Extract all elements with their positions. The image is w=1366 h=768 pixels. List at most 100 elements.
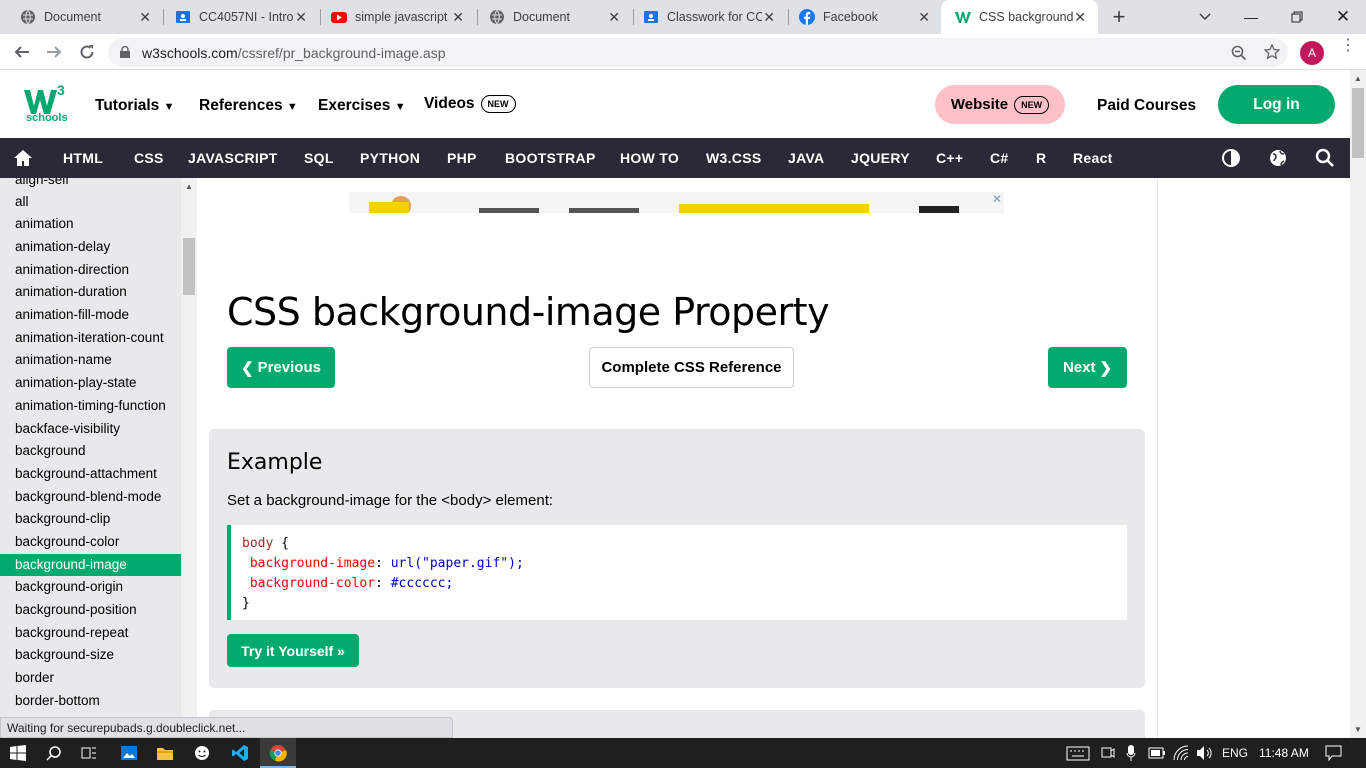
sidebar-item[interactable]: animation-name	[0, 349, 181, 371]
nav-java[interactable]: JAVA	[788, 150, 824, 166]
sidebar-item[interactable]: background-repeat	[0, 622, 181, 644]
sidebar-item[interactable]: background-blend-mode	[0, 486, 181, 508]
sidebar-item-selected[interactable]: background-image	[0, 554, 181, 576]
volume-icon[interactable]	[1196, 745, 1214, 761]
login-button[interactable]: Log in	[1218, 85, 1335, 124]
profile-avatar[interactable]: A	[1300, 41, 1324, 65]
close-tab-icon[interactable]: ✕	[608, 9, 620, 25]
sidebar-item[interactable]: border	[0, 667, 181, 689]
language-indicator[interactable]: ENG	[1222, 746, 1248, 760]
close-tab-icon[interactable]: ✕	[295, 9, 307, 25]
chrome-icon[interactable]	[269, 744, 287, 762]
nav-php[interactable]: PHP	[447, 150, 477, 166]
complete-reference-button[interactable]: Complete CSS Reference	[589, 347, 794, 388]
website-button[interactable]: Website NEW	[935, 85, 1065, 124]
sidebar-item[interactable]: animation-duration	[0, 281, 181, 303]
sidebar-item[interactable]: all	[0, 191, 181, 213]
browser-tab[interactable]: Document ✕	[0, 0, 163, 34]
close-tab-icon[interactable]: ✕	[139, 9, 151, 25]
notifications-icon[interactable]	[1325, 745, 1342, 761]
close-tab-icon[interactable]: ✕	[1074, 9, 1086, 25]
restore-icon[interactable]	[1274, 0, 1320, 34]
nav-cpp[interactable]: C++	[936, 150, 963, 166]
sidebar-item[interactable]: animation	[0, 213, 181, 235]
references-menu[interactable]: References ▼	[199, 97, 298, 115]
next-button[interactable]: Next ❯	[1048, 347, 1127, 388]
keyboard-icon[interactable]	[1066, 746, 1090, 761]
sidebar-item[interactable]: background	[0, 440, 181, 462]
paid-courses-link[interactable]: Paid Courses	[1097, 97, 1196, 115]
windows-start-icon[interactable]	[10, 745, 26, 761]
nav-python[interactable]: PYTHON	[360, 150, 420, 166]
nav-howto[interactable]: HOW TO	[620, 150, 679, 166]
sidebar-item[interactable]: animation-iteration-count	[0, 327, 181, 349]
task-view-icon[interactable]	[81, 745, 97, 761]
globe-icon[interactable]	[1268, 148, 1288, 168]
sidebar-item[interactable]: background-clip	[0, 508, 181, 530]
sidebar-item[interactable]: background-attachment	[0, 463, 181, 485]
reload-icon[interactable]	[75, 40, 99, 64]
close-tab-icon[interactable]: ✕	[918, 9, 930, 25]
microphone-icon[interactable]	[1126, 744, 1136, 762]
nav-css[interactable]: CSS	[134, 150, 164, 166]
sidebar-item[interactable]: animation-fill-mode	[0, 304, 181, 326]
sidebar-item[interactable]: background-position	[0, 599, 181, 621]
bookmark-star-icon[interactable]	[1264, 44, 1280, 60]
w3schools-logo[interactable]: 3 schools	[24, 82, 70, 126]
sidebar-item[interactable]: animation-direction	[0, 259, 181, 281]
browser-tab[interactable]: simple javascript ✕	[311, 0, 476, 34]
exercises-menu[interactable]: Exercises ▼	[318, 97, 406, 115]
sidebar-item[interactable]: background-size	[0, 644, 181, 666]
file-explorer-icon[interactable]	[156, 745, 174, 761]
close-tab-icon[interactable]: ✕	[452, 9, 464, 25]
nav-javascript[interactable]: JAVASCRIPT	[188, 150, 278, 166]
ad-close-icon[interactable]: ✕	[992, 192, 1002, 206]
search-icon[interactable]	[1315, 148, 1335, 168]
zoom-icon[interactable]	[1231, 45, 1247, 61]
sidebar-item[interactable]: border-bottom	[0, 690, 181, 712]
scroll-down-icon[interactable]: ▼	[1354, 725, 1362, 734]
nav-w3css[interactable]: W3.CSS	[706, 150, 761, 166]
browser-tab[interactable]: CC4057NI - Introd ✕	[155, 0, 319, 34]
close-tab-icon[interactable]: ✕	[763, 9, 775, 25]
theme-toggle-icon[interactable]	[1221, 148, 1241, 168]
forward-icon[interactable]	[42, 40, 66, 64]
sidebar-item[interactable]: align-self	[0, 178, 181, 191]
scroll-up-icon[interactable]: ▲	[1354, 74, 1362, 83]
tutorials-menu[interactable]: Tutorials ▼	[95, 97, 175, 115]
vscode-icon[interactable]	[231, 744, 249, 762]
photos-icon[interactable]	[120, 745, 138, 761]
new-tab-icon[interactable]: +	[1108, 4, 1130, 29]
scroll-up-icon[interactable]: ▲	[185, 182, 193, 191]
sidebar-item[interactable]: animation-delay	[0, 236, 181, 258]
back-icon[interactable]	[10, 40, 34, 64]
minimize-icon[interactable]: —	[1228, 0, 1274, 34]
videos-link[interactable]: Videos NEW	[424, 95, 516, 113]
nav-react[interactable]: React	[1073, 150, 1113, 166]
sidebar-item[interactable]: animation-timing-function	[0, 395, 181, 417]
sidebar-scroll-thumb[interactable]	[183, 238, 195, 295]
address-bar[interactable]: w3schools.com/cssref/pr_background-image…	[108, 38, 1288, 67]
advertisement-banner[interactable]: ✕	[349, 192, 1004, 213]
close-window-icon[interactable]: ✕	[1320, 0, 1366, 34]
sidebar-item[interactable]: background-origin	[0, 576, 181, 598]
tab-search-icon[interactable]	[1182, 0, 1228, 34]
home-icon[interactable]	[13, 148, 33, 168]
sidebar-item[interactable]: background-color	[0, 531, 181, 553]
browser-tab[interactable]: Facebook ✕	[779, 0, 942, 34]
browser-tab-active[interactable]: CSS background- ✕	[941, 0, 1098, 34]
emoji-app-icon[interactable]	[194, 745, 210, 761]
try-it-button[interactable]: Try it Yourself »	[227, 634, 359, 667]
sidebar-item[interactable]: backface-visibility	[0, 418, 181, 440]
meet-now-icon[interactable]	[1101, 745, 1115, 761]
wifi-icon[interactable]	[1173, 745, 1189, 761]
page-scrollbar[interactable]: ▲ ▼	[1350, 70, 1366, 738]
sidebar-item[interactable]: animation-play-state	[0, 372, 181, 394]
nav-bootstrap[interactable]: BOOTSTRAP	[505, 150, 596, 166]
browser-tab[interactable]: Document ✕	[469, 0, 632, 34]
clock[interactable]: 11:48 AM	[1259, 746, 1309, 760]
page-scroll-thumb[interactable]	[1352, 88, 1364, 158]
previous-button[interactable]: ❮ Previous	[227, 347, 335, 388]
nav-jquery[interactable]: JQUERY	[851, 150, 910, 166]
chrome-menu-icon[interactable]: ⋮	[1340, 38, 1356, 54]
